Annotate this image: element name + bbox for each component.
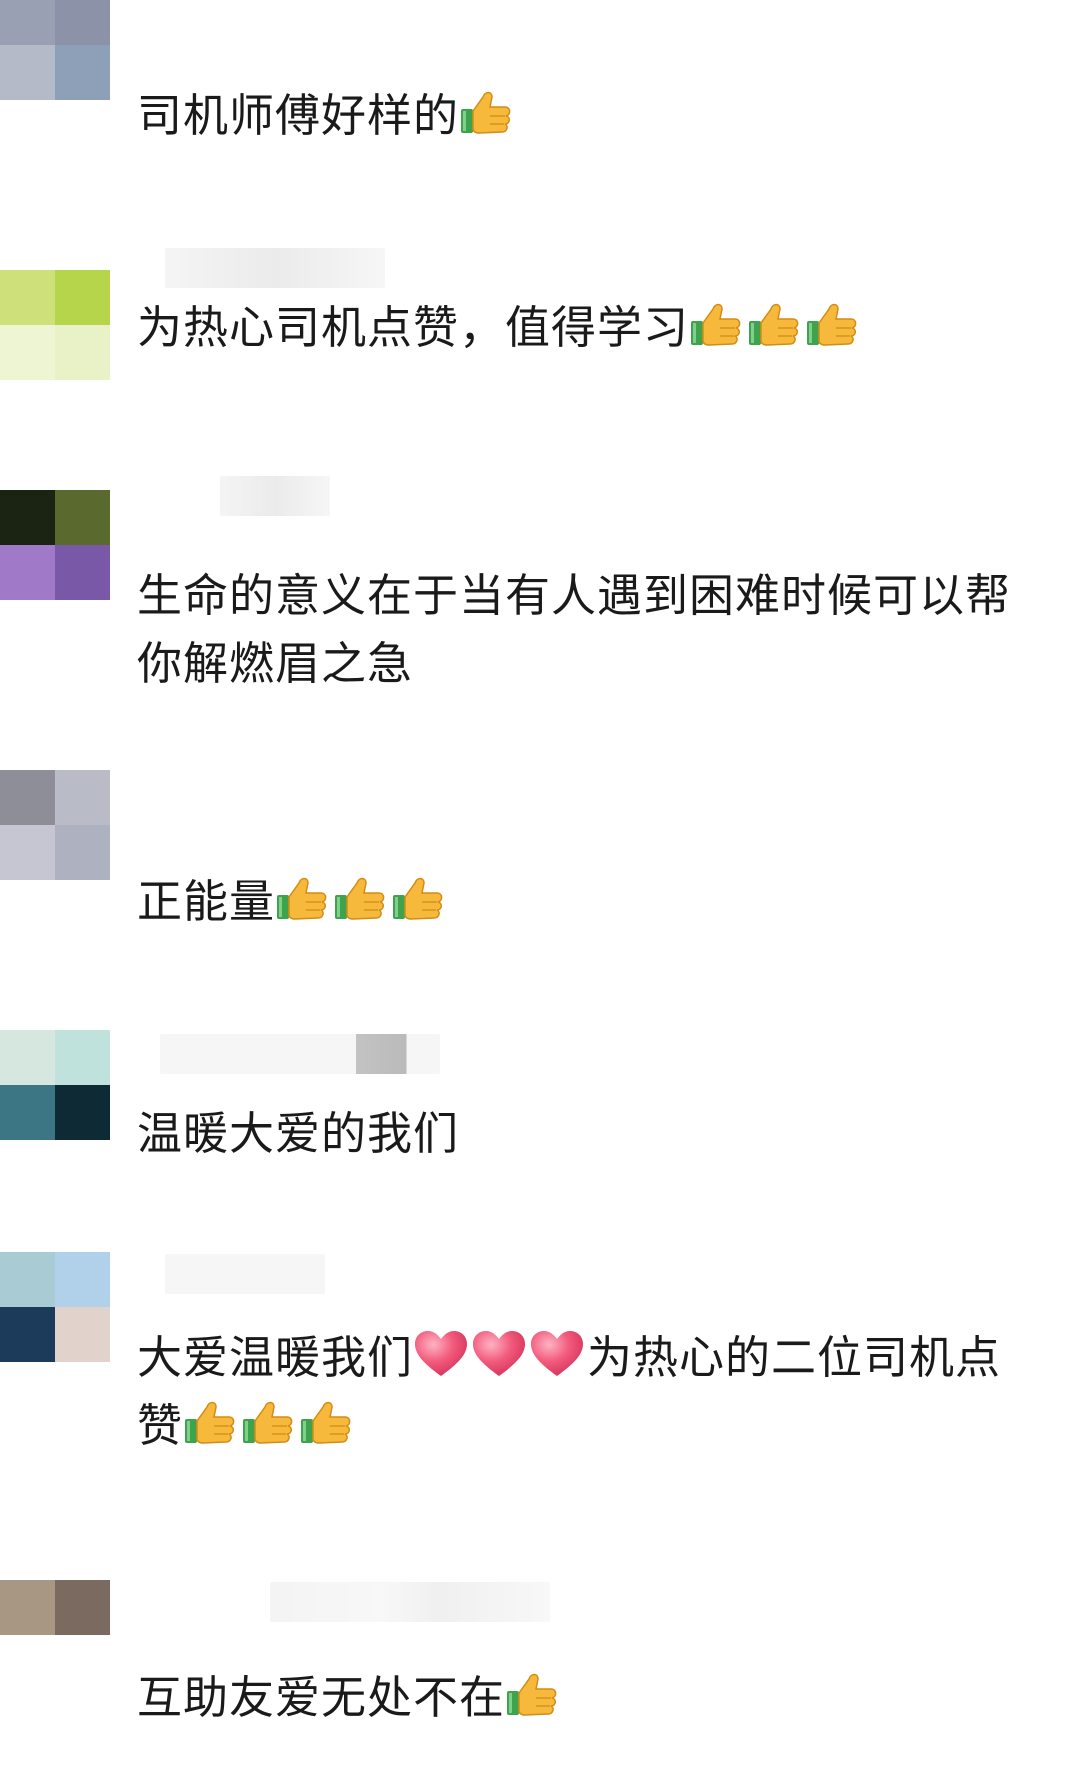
avatar[interactable] (0, 770, 110, 880)
avatar-tile (55, 770, 110, 825)
thumbs-up-icon (393, 877, 443, 920)
thumbs-up-icon (243, 1401, 293, 1444)
avatar[interactable] (0, 1030, 110, 1140)
comment-item[interactable]: 正能量 (0, 740, 1080, 990)
avatar-tile (0, 0, 55, 45)
heart-icon (473, 1331, 526, 1376)
comment-body-part1: 大爱温暖我们 (137, 1331, 414, 1384)
thumbs-up-icon (335, 877, 385, 920)
avatar-tile (55, 1085, 110, 1140)
avatar-tile (55, 825, 110, 880)
username-blurred (165, 248, 385, 288)
thumbs-up-icon (749, 303, 799, 346)
username-blurred (165, 1254, 325, 1294)
avatar-tile (0, 545, 55, 600)
thumbs-up-icon (507, 1673, 557, 1716)
avatar-tile (55, 545, 110, 600)
avatar-tile (0, 490, 55, 545)
comment-body: 正能量 (137, 875, 276, 928)
comment-text: 温暖大爱的我们 (137, 1100, 1037, 1168)
emoji-row (689, 301, 863, 354)
thumbs-up-icon (277, 877, 327, 920)
avatar-tile (55, 490, 110, 545)
avatar-tile (55, 1635, 110, 1690)
emoji-row-hearts (413, 1331, 587, 1384)
avatar-tile (55, 325, 110, 380)
comment-text: 大爱温暖我们 为热心的二位司机点赞 (137, 1324, 1037, 1460)
emoji-row (459, 89, 517, 142)
comment-body: 司机师傅好样的 (137, 89, 460, 142)
username-blurred (160, 1034, 440, 1074)
avatar[interactable] (0, 1580, 110, 1690)
comment-item[interactable]: 生命的意义在于当有人遇到困难时候可以帮你解燃眉之急 (0, 440, 1080, 740)
avatar-tile (55, 0, 110, 45)
emoji-row (505, 1671, 563, 1724)
avatar-tile (55, 1580, 110, 1635)
comment-list: 司机师傅好样的 为热心司机点赞，值得学习 生命的意义在于当有人遇到困难时候可以帮… (0, 0, 1080, 1766)
comment-body: 生命的意义在于当有人遇到困难时候可以帮你解燃眉之急 (137, 569, 1012, 690)
avatar-tile (0, 1252, 55, 1307)
thumbs-up-icon (807, 303, 857, 346)
avatar-tile (0, 45, 55, 100)
username-blurred (270, 1582, 550, 1622)
comment-body: 互助友爱无处不在 (137, 1671, 506, 1724)
comment-item[interactable]: 互助友爱无处不在 (0, 1560, 1080, 1766)
comment-text: 司机师傅好样的 (137, 82, 1037, 150)
avatar-tile (55, 1252, 110, 1307)
emoji-row (183, 1399, 357, 1452)
avatar-tile (0, 1635, 55, 1690)
comment-body: 为热心司机点赞，值得学习 (137, 301, 690, 354)
comment-text: 互助友爱无处不在 (137, 1664, 1037, 1732)
avatar-tile (0, 325, 55, 380)
avatar-tile (0, 1580, 55, 1635)
comment-item[interactable]: 温暖大爱的我们 (0, 1030, 1080, 1230)
thumbs-up-icon (461, 91, 511, 134)
avatar-tile (0, 270, 55, 325)
avatar-tile (55, 45, 110, 100)
comment-item[interactable]: 大爱温暖我们 为热心的二位司机点赞 (0, 1250, 1080, 1550)
avatar-tile (0, 825, 55, 880)
avatar-tile (0, 1085, 55, 1140)
avatar-tile (0, 1030, 55, 1085)
heart-icon (531, 1331, 584, 1376)
comment-item[interactable]: 司机师傅好样的 (0, 0, 1080, 200)
comment-body: 温暖大爱的我们 (137, 1107, 460, 1160)
avatar[interactable] (0, 270, 110, 380)
avatar[interactable] (0, 490, 110, 600)
comment-text: 生命的意义在于当有人遇到困难时候可以帮你解燃眉之急 (137, 562, 1037, 698)
thumbs-up-icon (185, 1401, 235, 1444)
avatar[interactable] (0, 0, 110, 100)
emoji-row (275, 875, 449, 928)
avatar[interactable] (0, 1252, 110, 1362)
avatar-tile (0, 770, 55, 825)
heart-icon (415, 1331, 468, 1376)
avatar-tile (0, 1307, 55, 1362)
comment-text: 正能量 (137, 868, 1037, 936)
thumbs-up-icon (691, 303, 741, 346)
thumbs-up-icon (301, 1401, 351, 1444)
username-blurred (220, 476, 330, 516)
avatar-tile (55, 1307, 110, 1362)
comment-text: 为热心司机点赞，值得学习 (137, 294, 1037, 362)
comment-item[interactable]: 为热心司机点赞，值得学习 (0, 200, 1080, 440)
avatar-tile (55, 270, 110, 325)
avatar-tile (55, 1030, 110, 1085)
